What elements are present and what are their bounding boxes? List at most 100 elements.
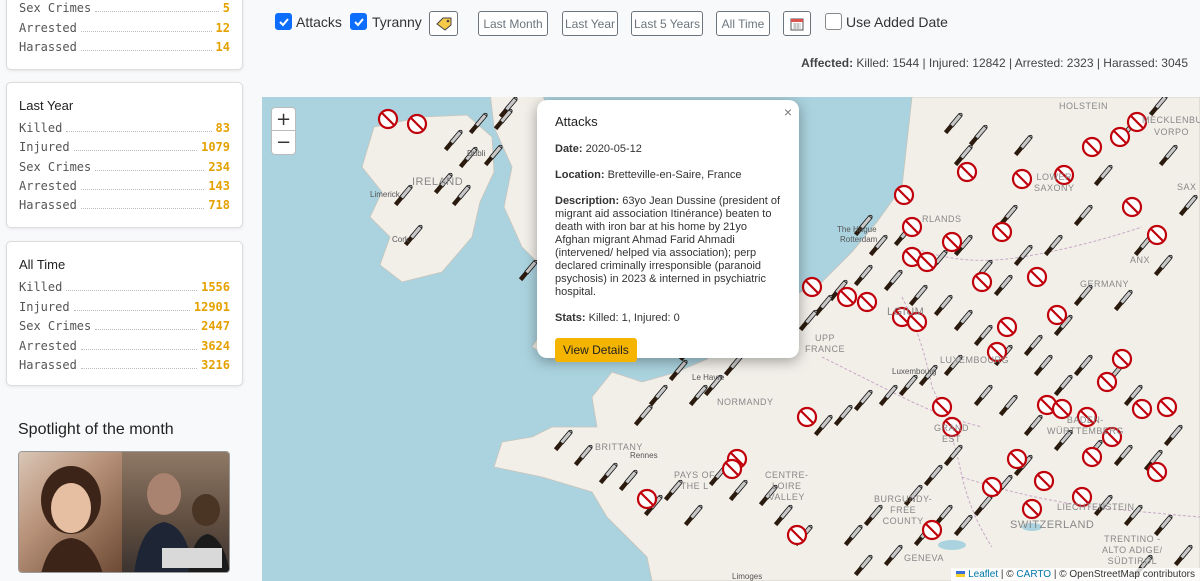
knife-icon[interactable] bbox=[898, 374, 918, 397]
knife-icon[interactable] bbox=[443, 129, 463, 152]
knife-icon[interactable] bbox=[943, 112, 963, 135]
prohibited-icon[interactable] bbox=[1026, 266, 1048, 288]
prohibited-icon[interactable] bbox=[1006, 448, 1028, 470]
knife-icon[interactable] bbox=[1023, 334, 1043, 357]
prohibited-icon[interactable] bbox=[1046, 304, 1068, 326]
last-month-button[interactable]: Last Month bbox=[478, 11, 548, 36]
all-time-button[interactable]: All Time bbox=[716, 11, 770, 36]
prohibited-icon[interactable] bbox=[1081, 136, 1103, 158]
popup-close-button[interactable]: × bbox=[784, 104, 792, 120]
knife-icon[interactable] bbox=[943, 444, 963, 467]
last-year-button[interactable]: Last Year bbox=[562, 11, 618, 36]
knife-icon[interactable] bbox=[1113, 444, 1133, 467]
prohibited-icon[interactable] bbox=[1121, 196, 1143, 218]
knife-icon[interactable] bbox=[908, 284, 928, 307]
knife-icon[interactable] bbox=[648, 384, 668, 407]
knife-icon[interactable] bbox=[683, 504, 703, 527]
knife-icon[interactable] bbox=[618, 469, 638, 492]
knife-icon[interactable] bbox=[1163, 424, 1183, 447]
prohibited-icon[interactable] bbox=[801, 276, 823, 298]
prohibited-icon[interactable] bbox=[1146, 461, 1168, 483]
attacks-label[interactable]: Attacks bbox=[296, 14, 342, 30]
knife-icon[interactable] bbox=[633, 404, 653, 427]
knife-icon[interactable] bbox=[483, 144, 503, 167]
knife-icon[interactable] bbox=[833, 404, 853, 427]
zoom-in-button[interactable]: + bbox=[271, 107, 296, 131]
prohibited-icon[interactable] bbox=[1021, 498, 1043, 520]
tag-button[interactable] bbox=[429, 11, 458, 36]
knife-icon[interactable] bbox=[998, 394, 1018, 417]
prohibited-icon[interactable] bbox=[1131, 398, 1153, 420]
prohibited-icon[interactable] bbox=[991, 221, 1013, 243]
prohibited-icon[interactable] bbox=[981, 476, 1003, 498]
zoom-out-button[interactable]: − bbox=[271, 131, 296, 155]
carto-link[interactable]: CARTO bbox=[1016, 569, 1051, 580]
use-added-date-label[interactable]: Use Added Date bbox=[846, 14, 948, 30]
prohibited-icon[interactable] bbox=[996, 316, 1018, 338]
knife-icon[interactable] bbox=[1158, 144, 1178, 167]
prohibited-icon[interactable] bbox=[1033, 470, 1055, 492]
prohibited-icon[interactable] bbox=[1109, 126, 1131, 148]
knife-icon[interactable] bbox=[973, 494, 993, 517]
knife-icon[interactable] bbox=[993, 274, 1013, 297]
prohibited-icon[interactable] bbox=[956, 161, 978, 183]
knife-icon[interactable] bbox=[518, 259, 538, 282]
knife-icon[interactable] bbox=[1033, 354, 1053, 377]
knife-icon[interactable] bbox=[843, 524, 863, 547]
tyranny-checkbox[interactable] bbox=[350, 13, 367, 30]
knife-icon[interactable] bbox=[968, 124, 988, 147]
prohibited-icon[interactable] bbox=[1081, 446, 1103, 468]
use-added-date-checkbox[interactable] bbox=[825, 13, 842, 30]
knife-icon[interactable] bbox=[883, 269, 903, 292]
knife-icon[interactable] bbox=[1173, 544, 1193, 567]
knife-icon[interactable] bbox=[1148, 97, 1168, 117]
knife-icon[interactable] bbox=[1093, 164, 1113, 187]
prohibited-icon[interactable] bbox=[377, 108, 399, 130]
knife-icon[interactable] bbox=[923, 464, 943, 487]
prohibited-icon[interactable] bbox=[796, 406, 818, 428]
calendar-button[interactable] bbox=[783, 11, 811, 36]
knife-icon[interactable] bbox=[1053, 374, 1073, 397]
prohibited-icon[interactable] bbox=[1156, 396, 1178, 418]
attacks-checkbox[interactable] bbox=[275, 13, 292, 30]
knife-icon[interactable] bbox=[1113, 289, 1133, 312]
knife-icon[interactable] bbox=[1013, 134, 1033, 157]
knife-icon[interactable] bbox=[1043, 234, 1063, 257]
prohibited-icon[interactable] bbox=[893, 184, 915, 206]
prohibited-icon[interactable] bbox=[916, 251, 938, 273]
knife-icon[interactable] bbox=[668, 359, 688, 382]
knife-icon[interactable] bbox=[1153, 254, 1173, 277]
knife-icon[interactable] bbox=[883, 544, 903, 567]
prohibited-icon[interactable] bbox=[971, 271, 993, 293]
prohibited-icon[interactable] bbox=[636, 488, 658, 510]
prohibited-icon[interactable] bbox=[856, 291, 878, 313]
knife-icon[interactable] bbox=[468, 112, 488, 135]
knife-icon[interactable] bbox=[973, 324, 993, 347]
knife-icon[interactable] bbox=[1073, 204, 1093, 227]
tyranny-label[interactable]: Tyranny bbox=[372, 14, 422, 30]
knife-icon[interactable] bbox=[773, 504, 793, 527]
prohibited-icon[interactable] bbox=[941, 231, 963, 253]
prohibited-icon[interactable] bbox=[836, 286, 858, 308]
prohibited-icon[interactable] bbox=[786, 524, 808, 546]
knife-icon[interactable] bbox=[953, 309, 973, 332]
knife-icon[interactable] bbox=[853, 554, 873, 577]
knife-icon[interactable] bbox=[1153, 514, 1173, 537]
prohibited-icon[interactable] bbox=[1111, 348, 1133, 370]
knife-icon[interactable] bbox=[1023, 414, 1043, 437]
knife-icon[interactable] bbox=[798, 309, 818, 332]
knife-icon[interactable] bbox=[853, 264, 873, 287]
knife-icon[interactable] bbox=[1013, 244, 1033, 267]
knife-icon[interactable] bbox=[973, 384, 993, 407]
spotlight-image[interactable] bbox=[18, 451, 230, 573]
knife-icon[interactable] bbox=[878, 384, 898, 407]
prohibited-icon[interactable] bbox=[1146, 224, 1168, 246]
knife-icon[interactable] bbox=[933, 294, 953, 317]
knife-icon[interactable] bbox=[1073, 354, 1093, 377]
knife-icon[interactable] bbox=[688, 384, 708, 407]
prohibited-icon[interactable] bbox=[1011, 168, 1033, 190]
knife-icon[interactable] bbox=[953, 514, 973, 537]
knife-icon[interactable] bbox=[573, 444, 593, 467]
last-5-years-button[interactable]: Last 5 Years bbox=[631, 11, 703, 36]
view-details-button[interactable]: View Details bbox=[555, 338, 637, 362]
